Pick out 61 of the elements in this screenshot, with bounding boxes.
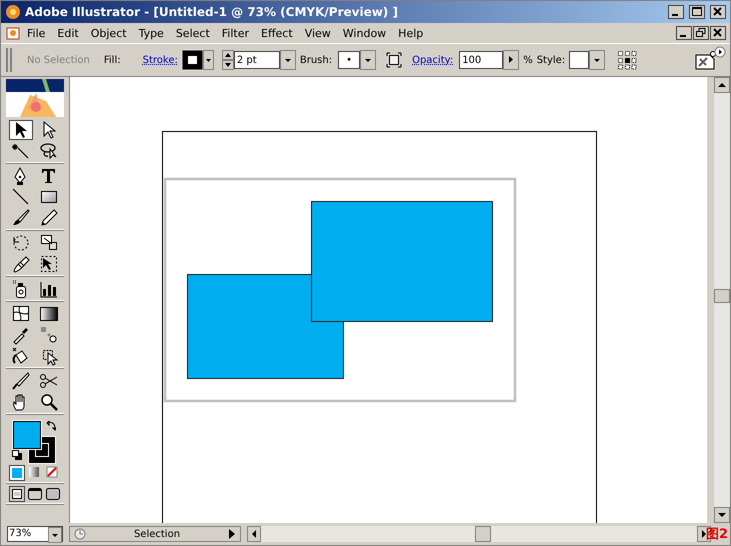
document-icon [5, 25, 21, 41]
none-mode-icon[interactable] [45, 465, 59, 479]
menu-item[interactable]: Effect [255, 26, 299, 40]
arrow-button[interactable] [503, 50, 520, 70]
restore-button[interactable] [693, 26, 709, 40]
maximize-button[interactable] [689, 5, 705, 19]
dropdown-button[interactable] [360, 50, 376, 70]
fill-stroke-drawing[interactable] [12, 420, 56, 464]
menu-item[interactable]: Object [84, 26, 133, 40]
reference-point-icon[interactable] [617, 50, 638, 70]
dropdown-button[interactable] [589, 50, 606, 70]
selection-label: No Selection [27, 54, 90, 66]
brush-label: Brush: [300, 54, 332, 66]
app-icon [5, 4, 21, 20]
swap-icon[interactable] [46, 421, 56, 431]
spinner-icon[interactable] [222, 50, 234, 70]
arrow-icon [228, 529, 236, 539]
stroke-weight-field[interactable]: 2 pt [234, 51, 280, 69]
style-label: Style: [536, 54, 566, 66]
close-button[interactable] [710, 5, 726, 19]
scroll-up-button[interactable] [714, 77, 730, 93]
dropdown-button[interactable] [48, 527, 62, 543]
opacity-link[interactable]: Opacity: [412, 54, 454, 66]
scroll-thumb[interactable] [714, 289, 730, 303]
scroll-down-button[interactable] [714, 507, 730, 523]
status-bar[interactable]: Selection [69, 526, 241, 542]
menu-item[interactable]: Filter [216, 26, 256, 40]
stroke-swatch[interactable] [182, 50, 214, 70]
fill-label: Fill: [104, 54, 121, 66]
brush-field[interactable]: • [338, 51, 360, 69]
menu-item[interactable]: Select [170, 26, 216, 40]
grip-icon [5, 46, 13, 74]
clock-icon [74, 528, 86, 540]
menu-item[interactable]: Window [336, 26, 392, 40]
menu-item[interactable]: Edit [51, 26, 85, 40]
screen-mode-icon[interactable] [9, 486, 25, 502]
menu-item[interactable]: Help [392, 26, 430, 40]
window-title: Adobe Illustrator - [Untitled-1 @ 73% (CMYK/Preview) ] [25, 5, 398, 19]
stroke-link[interactable]: Stroke: [142, 54, 178, 66]
full-screen-icon[interactable] [45, 486, 61, 502]
scroll-left-button[interactable] [247, 526, 261, 542]
figure-label: 图2 [706, 526, 728, 543]
scroll-thumb[interactable] [475, 526, 491, 542]
close-button[interactable] [710, 26, 726, 40]
default-colors-icon[interactable] [12, 450, 22, 460]
menu-item[interactable]: View [298, 26, 337, 40]
menu-item[interactable]: Type [132, 26, 170, 40]
transform-icon[interactable] [386, 52, 402, 68]
color-mode-button[interactable] [9, 465, 25, 481]
minimize-button[interactable] [668, 5, 684, 19]
palette-icon[interactable] [694, 49, 718, 71]
gradient-mode-icon[interactable] [27, 465, 41, 479]
minimize-button[interactable] [676, 26, 692, 40]
gradient-icon[interactable] [37, 304, 61, 324]
full-screen-menu-icon[interactable] [27, 486, 43, 502]
opacity-field[interactable]: 100 [459, 51, 504, 69]
dropdown-button[interactable] [280, 50, 296, 70]
style-field[interactable] [569, 51, 590, 69]
zoom-field[interactable]: 73% [7, 526, 63, 542]
percent-label: % [523, 54, 533, 66]
menu-item[interactable]: File [21, 26, 52, 40]
